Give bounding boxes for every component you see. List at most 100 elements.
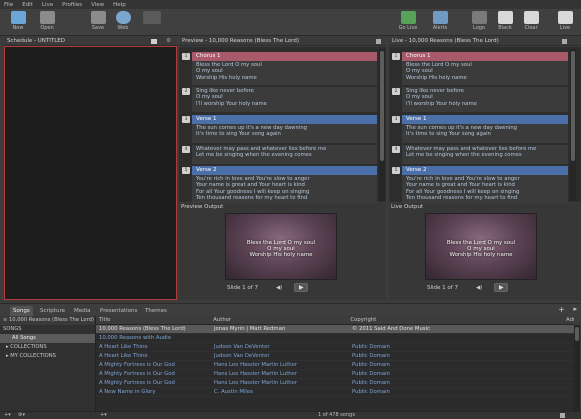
- preview-slide-5[interactable]: 5 Verse 2 You're rich in love and You're…: [181, 166, 377, 202]
- play-icon: ▶: [499, 284, 504, 291]
- live-label: Live: [559, 25, 571, 31]
- table-row[interactable]: 10,000 Reasons with Audio: [96, 334, 574, 343]
- preview-slide-1[interactable]: 1 Chorus 1 Bless the Lord O my soul O my…: [181, 52, 377, 86]
- table-row[interactable]: A New Name in Glory C. Austin Miles Publ…: [96, 388, 574, 397]
- song-table: Title Author Copyright Admin 10,000 Reas…: [96, 316, 574, 411]
- live-view-icon[interactable]: [562, 39, 567, 44]
- my-collections-label: MY COLLECTIONS: [10, 353, 56, 359]
- live-scrollbar[interactable]: [570, 49, 576, 201]
- cell-title: A Mighty Fortress is Our God: [99, 362, 175, 368]
- alerts-button[interactable]: Alerts: [428, 11, 452, 35]
- live-slide-5[interactable]: 5 Verse 2 You're rich in love and You're…: [391, 166, 568, 202]
- cell-copyright: Public Domain: [352, 353, 390, 359]
- live-slide-3[interactable]: 3 Verse 1 The sun comes up it's a new da…: [391, 115, 568, 144]
- add-icon[interactable]: +: [558, 305, 565, 314]
- alerts-label: Alerts: [432, 25, 448, 31]
- slide-lyrics: Whatever may pass and whatever lies befo…: [402, 145, 568, 164]
- go-live-button[interactable]: Go Live: [396, 11, 420, 35]
- live-slide-2[interactable]: 2 Sing like never before O my soul I'll …: [391, 87, 568, 113]
- preview-play-button[interactable]: ▶: [294, 283, 309, 292]
- preview-slide-3[interactable]: 3 Verse 1 The sun comes up it's a new da…: [181, 115, 377, 144]
- logo-icon: [471, 11, 487, 24]
- slide-number: 5: [182, 167, 190, 174]
- slide-lyrics: Bless the Lord O my soul O my soul Worsh…: [192, 61, 377, 85]
- volume-icon[interactable]: ◀): [276, 285, 282, 291]
- my-collections-item[interactable]: ▸ MY COLLECTIONS: [0, 352, 95, 361]
- tab-songs[interactable]: Songs: [10, 306, 33, 316]
- settings-icon[interactable]: ⚙▾: [18, 412, 25, 418]
- black-button[interactable]: Black: [493, 11, 517, 35]
- preview-slide-list: 1 Chorus 1 Bless the Lord O my soul O my…: [179, 47, 386, 202]
- column-admin[interactable]: Admin: [564, 316, 574, 324]
- schedule-menu-icon[interactable]: ⚙: [166, 38, 171, 44]
- menu-edit[interactable]: Edit: [22, 2, 33, 8]
- slide-lyrics: You're rich in love and You're slow to a…: [402, 175, 568, 202]
- cell-copyright: Public Domain: [352, 362, 390, 368]
- save-icon: [90, 11, 106, 24]
- all-songs-item[interactable]: All Songs: [0, 334, 95, 343]
- table-row[interactable]: A Mighty Fortress is Our God Hans Leo Ha…: [96, 379, 574, 388]
- slide-number: 4: [182, 146, 190, 153]
- library-search[interactable]: ≡ 10,000 Reasons (Bless The Lord): [0, 316, 95, 325]
- save-button[interactable]: Save: [86, 11, 110, 35]
- slide-number: 3: [182, 116, 190, 123]
- slide-label: Verse 2: [402, 166, 568, 175]
- add-item-icon[interactable]: +▾: [100, 412, 107, 418]
- menu-file[interactable]: File: [4, 2, 13, 8]
- menu-help[interactable]: Help: [113, 2, 126, 8]
- web-button[interactable]: Web: [111, 11, 135, 35]
- library-scroll-thumb[interactable]: [575, 327, 579, 341]
- preview-output-controls: Slide 1 of 7 ◀) ▶: [227, 283, 309, 292]
- live-button[interactable]: Live: [553, 11, 577, 35]
- volume-icon[interactable]: ◀): [476, 285, 482, 291]
- new-label: New: [12, 25, 24, 31]
- library-scrollbar[interactable]: [574, 325, 580, 411]
- cell-copyright: Public Domain: [352, 371, 390, 377]
- slide-label: Chorus 1: [192, 52, 377, 61]
- new-button[interactable]: New: [6, 11, 30, 35]
- preview-slide-4[interactable]: 4 Whatever may pass and whatever lies be…: [181, 145, 377, 165]
- menu-live[interactable]: Live: [42, 2, 53, 8]
- preview-output-area: Preview Output Bless the Lord O my soul …: [179, 203, 386, 300]
- cell-author: [211, 334, 349, 342]
- slide-lyrics: Sing like never before O my soul I'll wo…: [192, 87, 377, 112]
- column-copyright[interactable]: Copyright: [347, 316, 564, 324]
- slide-label: Chorus 1: [402, 52, 568, 61]
- table-row[interactable]: 10,000 Reasons (Bless The Lord) Jonas My…: [96, 325, 574, 334]
- next-arrow-icon[interactable]: ▸: [573, 305, 577, 313]
- cell-title: 10,000 Reasons (Bless The Lord): [99, 326, 186, 332]
- table-row[interactable]: A Heart Like Thine Judson Van DeVenter P…: [96, 352, 574, 361]
- live-play-button[interactable]: ▶: [494, 283, 509, 292]
- schedule-view-icon[interactable]: [151, 39, 157, 44]
- live-scroll-thumb[interactable]: [571, 51, 575, 161]
- slide-number: 1: [182, 53, 190, 60]
- collections-item[interactable]: ▸ COLLECTIONS: [0, 343, 95, 352]
- preview-slide-2[interactable]: 2 Sing like never before O my soul I'll …: [181, 87, 377, 113]
- tab-scripture[interactable]: Scripture: [37, 306, 68, 316]
- table-row[interactable]: A Mighty Fortress is Our God Hans Leo Ha…: [96, 370, 574, 379]
- menu-view[interactable]: View: [91, 2, 104, 8]
- table-row[interactable]: A Mighty Fortress is Our God Hans Leo Ha…: [96, 361, 574, 370]
- clear-button[interactable]: Clear: [519, 11, 543, 35]
- preview-scrollbar[interactable]: [379, 49, 385, 201]
- live-slide-4[interactable]: 4 Whatever may pass and whatever lies be…: [391, 145, 568, 165]
- column-title[interactable]: Title: [96, 316, 210, 324]
- broadcast-button[interactable]: [140, 11, 164, 35]
- tab-presentations[interactable]: Presentations: [97, 306, 140, 316]
- tab-themes[interactable]: Themes: [142, 306, 170, 316]
- open-button[interactable]: Open: [35, 11, 59, 35]
- tab-media[interactable]: Media: [71, 306, 94, 316]
- preview-view-icon[interactable]: [376, 39, 381, 44]
- live-header: Live - 10,000 Reasons (Bless The Lord): [389, 37, 581, 46]
- menu-bar: File Edit Live Profiles View Help: [0, 0, 581, 9]
- grid-view-icon[interactable]: [560, 413, 565, 418]
- add-song-icon[interactable]: +▾: [4, 412, 11, 418]
- black-label: Black: [498, 25, 512, 31]
- live-slide-1[interactable]: 1 Chorus 1 Bless the Lord O my soul O my…: [391, 52, 568, 86]
- schedule-list[interactable]: [4, 46, 177, 300]
- logo-button[interactable]: Logo: [467, 11, 491, 35]
- menu-profiles[interactable]: Profiles: [62, 2, 82, 8]
- preview-scroll-thumb[interactable]: [380, 51, 384, 161]
- column-author[interactable]: Author: [210, 316, 347, 324]
- table-row[interactable]: A Heart Like Thine Judson Van DeVenter P…: [96, 343, 574, 352]
